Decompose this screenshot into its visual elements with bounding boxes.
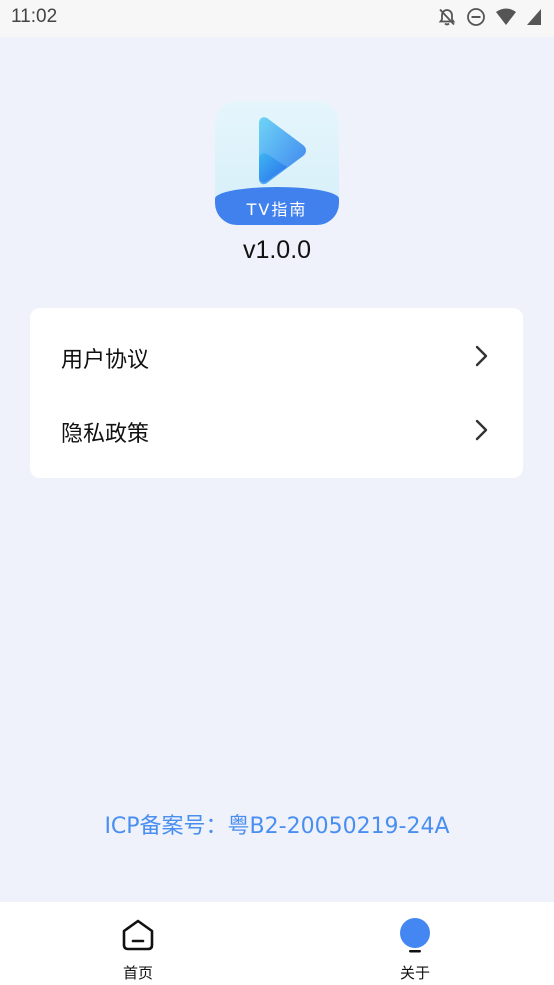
logo-text: TV指南 xyxy=(246,200,308,219)
bulb-icon xyxy=(400,918,430,953)
icp-record[interactable]: ICP备案号：粤B2-20050219-24A xyxy=(0,808,554,840)
app-version: v1.0.0 xyxy=(242,236,312,264)
tab-home-label: 首页 xyxy=(122,964,153,982)
menu-item-label: 用户协议 xyxy=(61,348,150,373)
menu-item-user-agreement[interactable]: 用户协议 xyxy=(30,318,523,392)
chevron-right-icon xyxy=(475,345,488,367)
tab-about-label: 关于 xyxy=(399,964,430,982)
status-time: 11:02 xyxy=(11,6,58,27)
wifi-icon xyxy=(495,7,517,27)
tab-home[interactable]: 首页 xyxy=(78,902,198,985)
chevron-right-icon xyxy=(475,419,488,441)
menu-card: 用户协议 隐私政策 xyxy=(30,308,523,478)
home-icon xyxy=(122,919,154,951)
app-logo: TV指南 xyxy=(215,101,339,225)
menu-item-privacy-policy[interactable]: 隐私政策 xyxy=(30,392,523,466)
status-bar: 11:02 xyxy=(0,0,554,37)
bell-off-icon xyxy=(437,7,457,27)
bottom-nav: 首页 关于 xyxy=(0,902,554,985)
do-not-disturb-icon xyxy=(466,7,486,27)
menu-item-label: 隐私政策 xyxy=(61,422,150,447)
status-icons xyxy=(437,7,542,27)
tab-about[interactable]: 关于 xyxy=(355,902,475,985)
signal-icon xyxy=(526,7,542,27)
